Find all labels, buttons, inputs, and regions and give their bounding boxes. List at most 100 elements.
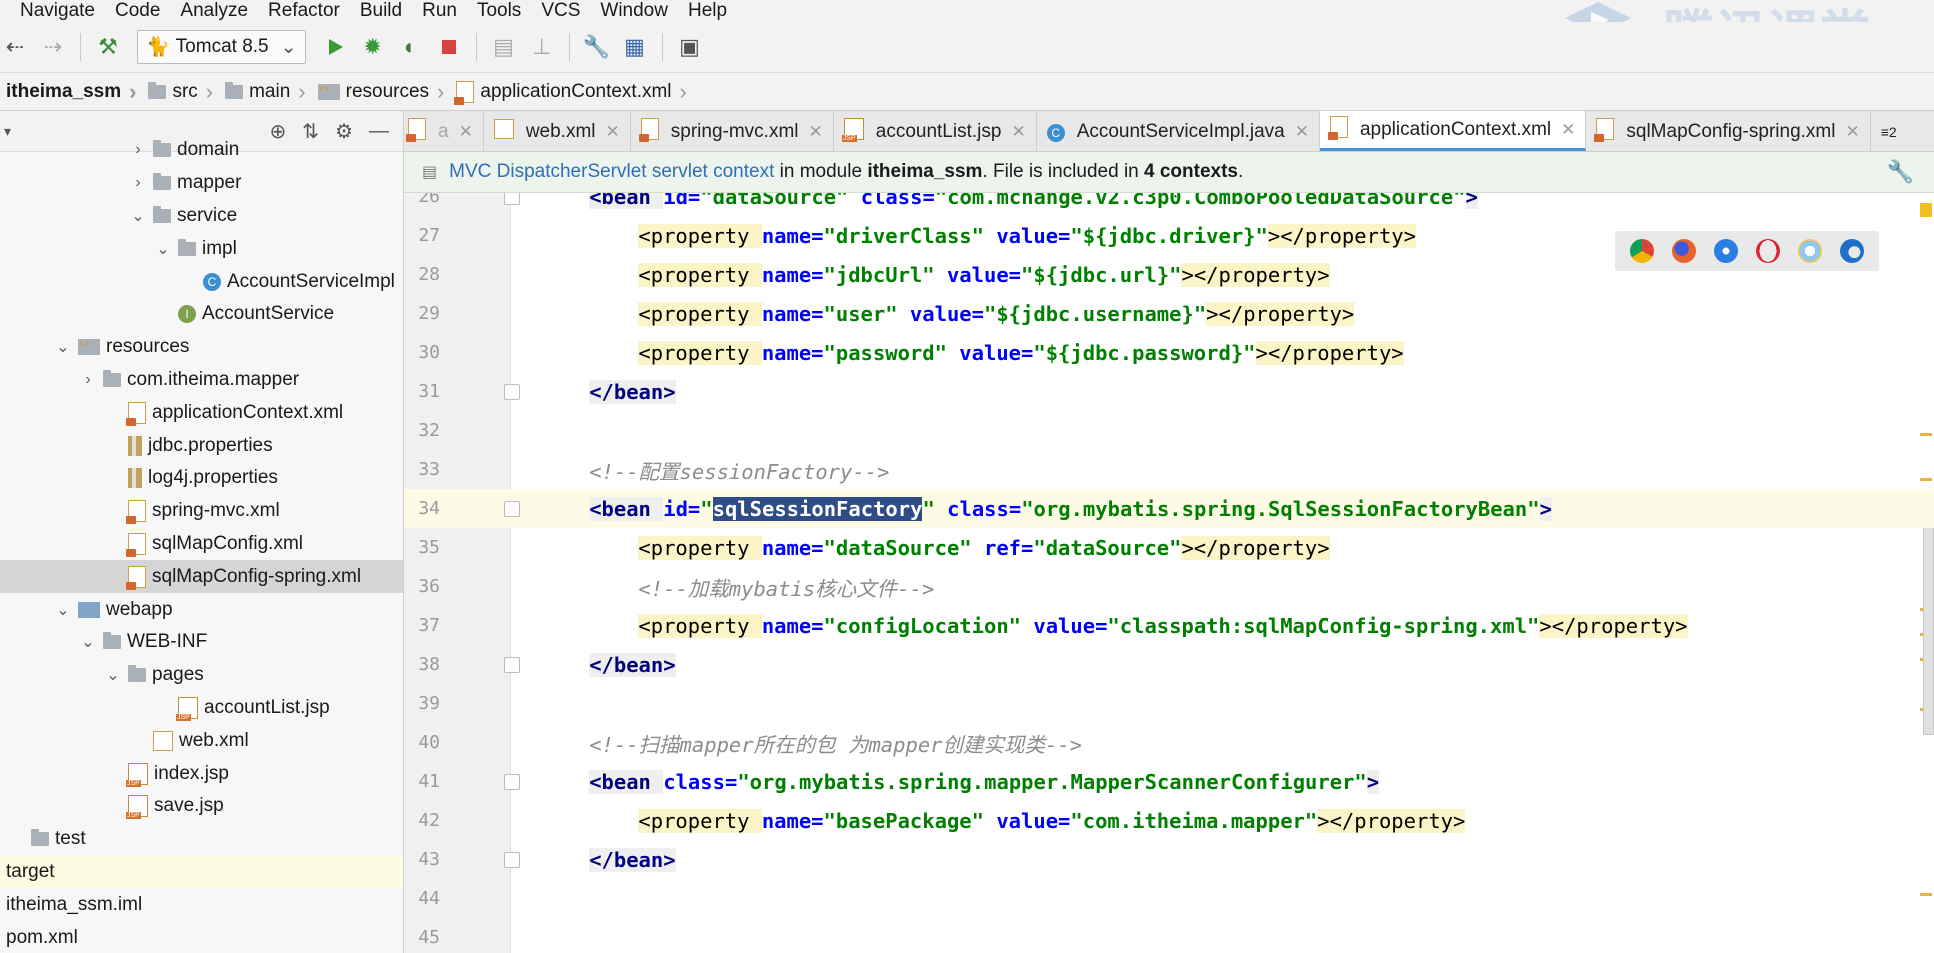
debug-icon[interactable]: ✹ xyxy=(358,32,388,62)
tree-item[interactable]: applicationContext.xml xyxy=(0,396,403,429)
tree-item[interactable]: I AccountService xyxy=(0,298,403,331)
code-token-attr: class= xyxy=(848,193,935,209)
breadcrumb-item[interactable]: itheima_ssm › xyxy=(0,79,142,105)
project-structure-icon[interactable]: ▦ xyxy=(620,32,650,62)
menu-item-refactor[interactable]: Refactor xyxy=(258,0,350,22)
tree-item[interactable]: test xyxy=(0,823,403,856)
menu-item-tools[interactable]: Tools xyxy=(467,0,531,22)
fold-marker-icon[interactable] xyxy=(504,852,520,868)
tree-item[interactable]: › com.itheima.mapper xyxy=(0,364,403,397)
close-icon[interactable]: ✕ xyxy=(1011,122,1025,142)
toolbar-separator xyxy=(661,33,663,61)
chevron-down-icon[interactable]: ⌄ xyxy=(81,632,95,652)
fold-marker-icon[interactable] xyxy=(504,501,520,517)
stop-icon[interactable] xyxy=(434,32,464,62)
build-hammer-icon[interactable]: ⚒ xyxy=(93,32,123,62)
close-icon[interactable]: ✕ xyxy=(1295,122,1309,142)
tree-item[interactable]: save.jsp xyxy=(0,790,403,823)
tree-item[interactable]: ⌄ WEB-INF xyxy=(0,626,403,659)
menu-item-window[interactable]: Window xyxy=(590,0,678,22)
tree-item[interactable]: ⌄ webapp xyxy=(0,593,403,626)
tree-item[interactable]: itheima_ssm.iml xyxy=(0,888,403,921)
editor-tab[interactable]: spring-mvc.xml ✕ xyxy=(631,112,834,151)
code-text: <bean id="sqlSessionFactory" class="org.… xyxy=(589,496,1552,521)
menu-item-analyze[interactable]: Analyze xyxy=(170,0,258,22)
tree-item[interactable]: sqlMapConfig.xml xyxy=(0,528,403,561)
forward-icon[interactable]: ⇢ xyxy=(38,32,68,62)
chevron-right-icon[interactable]: › xyxy=(131,141,145,159)
tree-item[interactable]: target xyxy=(0,855,403,889)
chevron-right-icon[interactable]: › xyxy=(81,371,95,389)
breadcrumb-item[interactable]: resources › xyxy=(312,79,451,105)
chevron-down-icon[interactable]: ⌄ xyxy=(106,665,120,685)
tree-item[interactable]: web.xml xyxy=(0,724,403,757)
menu-item-run[interactable]: Run xyxy=(412,0,467,22)
chevron-down-icon[interactable]: ⌄ xyxy=(56,600,70,620)
breadcrumb-item[interactable]: main › xyxy=(219,79,312,105)
line-number: 32 xyxy=(418,420,440,441)
web-xml-icon xyxy=(153,730,173,751)
menu-item-help[interactable]: Help xyxy=(678,0,737,22)
fold-marker-icon[interactable] xyxy=(504,384,520,400)
editor-tab[interactable]: web.xml ✕ xyxy=(484,112,631,151)
fold-marker-icon[interactable] xyxy=(504,193,520,205)
breadcrumb-item[interactable]: applicationContext.xml › xyxy=(450,79,692,105)
tree-item[interactable]: ⌄ service xyxy=(0,200,403,233)
tree-item[interactable]: jdbc.properties xyxy=(0,429,403,462)
menu-item-build[interactable]: Build xyxy=(350,0,412,22)
editor-tab[interactable]: a ✕ xyxy=(404,112,484,151)
notice-contexts[interactable]: 4 contexts xyxy=(1144,161,1238,183)
line-number: 42 xyxy=(418,810,440,831)
tree-item[interactable]: sqlMapConfig-spring.xml xyxy=(0,560,403,594)
tree-item[interactable]: C AccountServiceImpl xyxy=(0,265,403,298)
tree-item[interactable]: spring-mvc.xml xyxy=(0,495,403,528)
run-icon[interactable] xyxy=(320,32,350,62)
update-running-app-icon[interactable]: ▤ xyxy=(489,32,519,62)
coverage-icon[interactable]: ◐ xyxy=(396,32,426,62)
chevron-right-icon[interactable]: › xyxy=(131,174,145,192)
editor-tab[interactable]: C AccountServiceImpl.java ✕ xyxy=(1037,112,1320,151)
back-icon[interactable]: ⇠ xyxy=(0,32,30,62)
wrench-icon[interactable]: 🔧 xyxy=(1887,159,1914,185)
chevron-right-icon: › xyxy=(679,78,687,104)
tree-item[interactable]: › mapper xyxy=(0,167,403,200)
menu-item-vcs[interactable]: VCS xyxy=(531,0,590,22)
tree-item[interactable]: log4j.properties xyxy=(0,462,403,495)
run-configuration-select[interactable]: 🐈 Tomcat 8.5 ⌄ xyxy=(137,30,306,64)
editor-tab[interactable]: sqlMapConfig-spring.xml ✕ xyxy=(1586,112,1871,151)
tabs-overflow-button[interactable]: ≡2 xyxy=(1871,112,1907,151)
fold-marker-icon[interactable] xyxy=(504,657,520,673)
close-icon[interactable]: ✕ xyxy=(809,122,823,142)
tree-item[interactable]: ⌄ impl xyxy=(0,232,403,265)
chevron-down-icon[interactable]: ⌄ xyxy=(56,337,70,357)
jsp-file-icon xyxy=(126,795,148,820)
close-icon[interactable]: ✕ xyxy=(1561,120,1575,140)
chevron-down-icon[interactable]: ⌄ xyxy=(131,206,145,226)
close-icon[interactable]: ✕ xyxy=(1845,122,1859,142)
editor-tab[interactable]: applicationContext.xml ✕ xyxy=(1319,111,1587,151)
tree-item[interactable]: › domain xyxy=(0,134,403,167)
tree-item[interactable]: accountList.jsp xyxy=(0,692,403,725)
folder-icon xyxy=(31,829,49,847)
sdk-icon[interactable]: ▣ xyxy=(675,32,705,62)
tree-item[interactable]: ⌄ pages xyxy=(0,659,403,692)
code-token-val: " xyxy=(922,496,935,521)
chevron-down-icon[interactable]: ⌄ xyxy=(156,239,170,259)
tree-item[interactable]: index.jsp xyxy=(0,757,403,790)
tree-item[interactable]: ⌄ resources xyxy=(0,331,403,364)
vcs-icon[interactable]: ⊥ xyxy=(527,32,557,62)
tree-item-label: com.itheima.mapper xyxy=(127,368,300,390)
menu-item-navigate[interactable]: Navigate xyxy=(0,0,105,22)
settings-wrench-icon[interactable]: 🔧 xyxy=(582,32,612,62)
line-number: 34 xyxy=(418,498,440,519)
close-icon[interactable]: ✕ xyxy=(606,122,620,142)
breadcrumb-item[interactable]: src › xyxy=(142,79,219,105)
menu-item-code[interactable]: Code xyxy=(105,0,170,22)
editor-tab[interactable]: accountList.jsp ✕ xyxy=(834,112,1037,151)
breadcrumb-label: applicationContext.xml xyxy=(480,80,672,102)
close-icon[interactable]: ✕ xyxy=(459,122,473,142)
notice-link[interactable]: MVC DispatcherServlet servlet context xyxy=(449,161,774,183)
code-editor[interactable]: 26 <bean id="dataSource" class="com.mchan… xyxy=(404,193,1934,953)
fold-marker-icon[interactable] xyxy=(504,774,520,790)
tree-item[interactable]: pom.xml xyxy=(0,921,403,953)
